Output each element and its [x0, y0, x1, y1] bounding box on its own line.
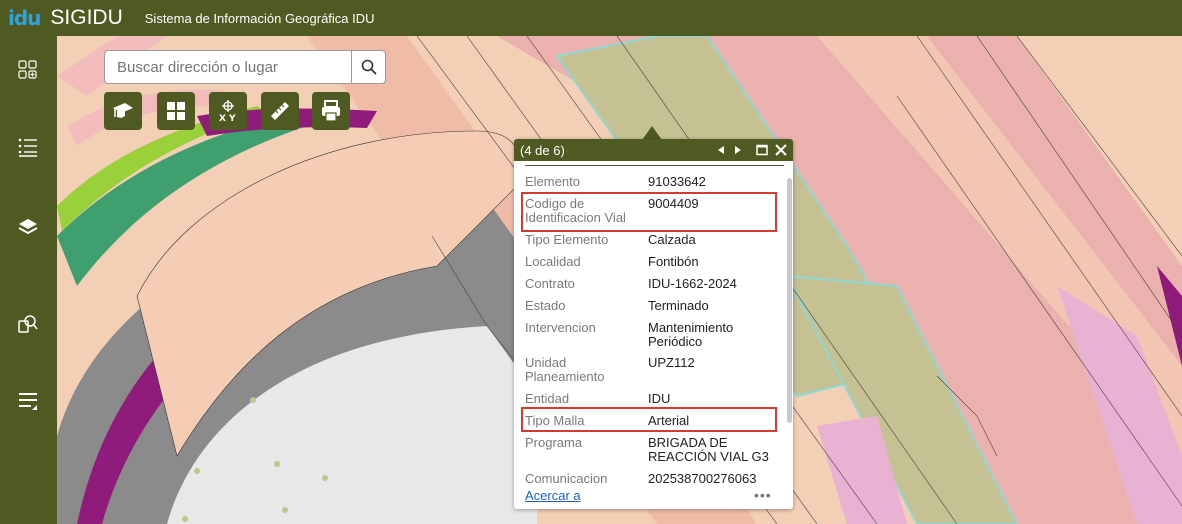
- field-label: Contrato: [525, 276, 575, 291]
- app-header: idu SIGIDU Sistema de Información Geográ…: [0, 0, 1182, 36]
- search-box: [104, 50, 386, 84]
- sidebar: [0, 36, 57, 524]
- popup-pointer: [642, 126, 662, 140]
- menu-collapse-icon: [19, 393, 37, 410]
- field-value: 91033642: [648, 174, 706, 189]
- measure-tool-button[interactable]: [261, 92, 299, 130]
- field-label: Programa: [525, 435, 583, 450]
- field-label: Unidad Planeamiento: [525, 355, 605, 384]
- field-label: Tipo Elemento: [525, 232, 609, 247]
- widgets-button[interactable]: [10, 52, 46, 88]
- idu-logo: idu: [8, 6, 41, 30]
- field-value: UPZ112: [648, 355, 695, 370]
- popup-scrollbar[interactable]: [787, 178, 792, 423]
- popup-divider: [525, 165, 784, 166]
- print-tool-button[interactable]: [312, 92, 350, 130]
- svg-text:Y: Y: [228, 114, 236, 123]
- close-icon[interactable]: [775, 144, 787, 156]
- feature-popup: (4 de 6) Elemento 91033642 Codigo de Iden…: [514, 139, 793, 509]
- basemap-tool-button[interactable]: [157, 92, 195, 130]
- zoom-to-link[interactable]: Acercar a: [525, 488, 581, 503]
- graduation-cap-icon: [113, 103, 133, 118]
- field-label: Entidad: [525, 391, 570, 406]
- popup-counter: (4 de 6): [520, 143, 565, 158]
- search-icon: [361, 59, 377, 75]
- print-icon: [322, 100, 340, 122]
- app-name: SIGIDU: [50, 6, 123, 29]
- highlight-box-codigo-vial: [521, 192, 777, 232]
- field-value: Terminado: [648, 298, 709, 313]
- popup-header: (4 de 6): [514, 139, 793, 161]
- field-value: IDU: [648, 391, 671, 406]
- field-label: Estado: [525, 298, 566, 313]
- graduation-tool-button[interactable]: [104, 92, 142, 130]
- legend-list-button[interactable]: [10, 129, 46, 165]
- menu-collapse-button[interactable]: [10, 383, 46, 419]
- list-icon: [18, 138, 37, 157]
- field-value: 202538700276063: [648, 471, 757, 486]
- next-feature-icon[interactable]: [733, 145, 743, 155]
- field-label: Localidad: [525, 254, 581, 269]
- svg-text:X: X: [219, 114, 226, 123]
- search-input[interactable]: [105, 51, 353, 83]
- field-label: Intervencion: [525, 320, 596, 335]
- layers-icon: [18, 219, 38, 235]
- query-icon: [18, 315, 38, 333]
- field-value: Mantenimiento Periódico: [648, 320, 734, 349]
- previous-feature-icon[interactable]: [716, 145, 726, 155]
- coordinates-tool-button[interactable]: X Y: [209, 92, 247, 130]
- app-subtitle: Sistema de Información Geográfica IDU: [144, 10, 375, 26]
- layers-button[interactable]: [10, 209, 46, 245]
- widgets-icon: [18, 60, 37, 79]
- field-label: Elemento: [525, 174, 580, 189]
- xy-coordinate-icon: X Y: [219, 100, 236, 123]
- search-button[interactable]: [351, 51, 385, 83]
- query-button[interactable]: [10, 306, 46, 342]
- more-actions-button[interactable]: •••: [754, 487, 772, 503]
- field-value: Calzada: [648, 232, 696, 247]
- basemap-grid-icon: [167, 102, 185, 120]
- highlight-box-tipo-malla: [521, 407, 777, 432]
- field-value: Fontibón: [648, 254, 699, 269]
- field-label: Comunicacion: [525, 471, 608, 486]
- field-value: IDU-1662-2024: [648, 276, 737, 291]
- field-value: BRIGADA DE REACCIÓN VIAL G3: [648, 435, 769, 464]
- measure-ruler-icon: [271, 102, 289, 120]
- maximize-icon[interactable]: [756, 144, 768, 156]
